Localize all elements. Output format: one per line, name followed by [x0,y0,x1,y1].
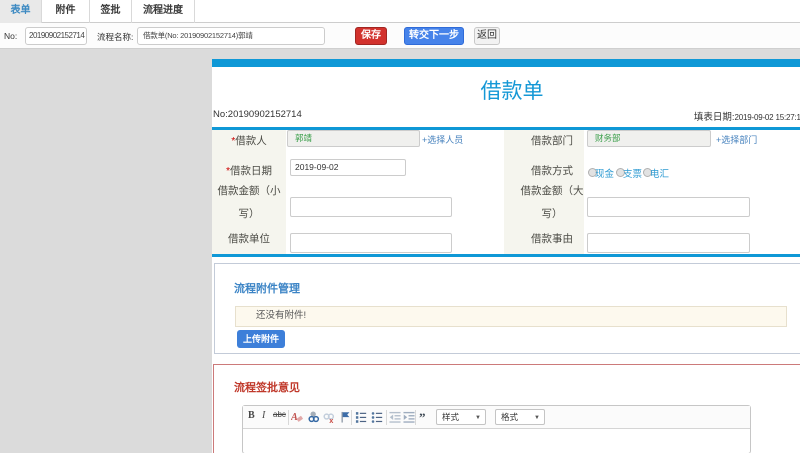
svg-text:A: A [291,412,298,423]
